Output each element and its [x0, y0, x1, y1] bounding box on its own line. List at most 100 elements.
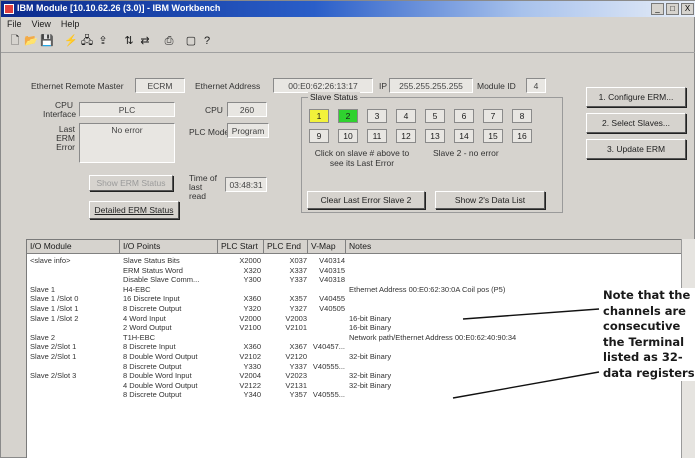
slave-slot-14[interactable]: 14 — [454, 129, 474, 143]
toolbar: 🗋 📂 💾 ⚡ 🖧 ⇪ ⇅ ⇄ ⎙ ▢ ? — [1, 31, 695, 53]
annotation-callout: Note that the channels are consecutive t… — [603, 288, 695, 381]
slave-slot-4[interactable]: 4 — [396, 109, 416, 123]
slave-slot-8[interactable]: 8 — [512, 109, 532, 123]
close-button[interactable]: X — [681, 3, 694, 15]
menu-view[interactable]: View — [32, 18, 51, 30]
col-io-points[interactable]: I/O Points — [120, 240, 218, 254]
maximize-button[interactable]: □ — [666, 3, 679, 15]
app-icon — [4, 4, 14, 14]
clear-last-error-button[interactable]: Clear Last Error Slave 2 — [307, 191, 425, 209]
connect-icon[interactable]: ⚡ — [63, 34, 79, 49]
save-icon[interactable]: 💾 — [39, 34, 55, 49]
network-icon[interactable]: 🖧 — [79, 34, 95, 49]
table-header: I/O Module I/O Points PLC Start PLC End … — [27, 240, 695, 254]
ethernet-module-value: ECRM — [135, 78, 185, 93]
table-row[interactable]: Slave 1 H4-EBC Ethernet Address 00:E0:62:3… — [27, 285, 695, 295]
table-cell: Slave 2/Slot 3 — [30, 371, 77, 381]
table-cell: X320 — [243, 265, 261, 275]
io-map-table[interactable]: I/O Module I/O Points PLC Start PLC End … — [26, 239, 695, 458]
table-cell: V40505 — [319, 304, 345, 313]
table-cell: Y340 — [243, 390, 261, 400]
update-erm-button[interactable]: 3. Update ERM — [586, 139, 686, 159]
slave-slot-9[interactable]: 9 — [309, 129, 329, 143]
menu-file[interactable]: File — [7, 18, 22, 30]
table-row[interactable]: 8 Discrete Output Y340 Y357 V40555... — [27, 390, 695, 400]
help-icon[interactable]: ? — [199, 34, 215, 49]
table-row[interactable]: Slave 2 T1H-EBC Network path/Ethernet Addr… — [27, 333, 695, 343]
col-vmap[interactable]: V-Map — [308, 240, 346, 254]
table-row[interactable]: Slave 1 /Slot 24 Word Input V2000 V2003 16-… — [27, 314, 695, 324]
ip-label: IP — [379, 81, 388, 91]
select-slaves-button[interactable]: 2. Select Slaves... — [586, 113, 686, 133]
slave-slot-13[interactable]: 13 — [425, 129, 445, 143]
table-row[interactable]: Slave 2/Slot 1 8 Discrete Input X360 X367 V4… — [27, 342, 695, 352]
plc-mode-label: PLC Mode — [189, 127, 230, 137]
slave-slot-12[interactable]: 12 — [396, 129, 416, 143]
upload-icon[interactable]: ⇪ — [95, 34, 111, 49]
show-erm-status-button[interactable]: Show ERM Status — [89, 175, 173, 191]
table-cell: V2100 — [239, 323, 261, 333]
table-cell: Y327 — [289, 304, 307, 313]
table-cell: V2003 — [285, 313, 307, 323]
table-row[interactable]: Slave 2/Slot 3 8 Double Word Input V2004 V2… — [27, 371, 695, 381]
callout-line: consecutive — [603, 319, 681, 333]
configure-erm-button[interactable]: 1. Configure ERM... — [586, 87, 686, 107]
table-cell: 16 Discrete Input — [123, 294, 180, 304]
col-plc-start[interactable]: PLC Start — [218, 240, 264, 254]
table-row[interactable]: 2 Word Output V2100 V2101 16-bit Binary — [27, 323, 695, 333]
table-cell: Slave 1 — [30, 284, 56, 294]
last-error-value: No error — [79, 123, 175, 163]
slave-slot-1[interactable]: 1 — [309, 109, 329, 123]
window-icon[interactable]: ▢ — [183, 34, 199, 49]
open-folder-icon[interactable]: 📂 — [23, 34, 39, 49]
table-cell: Slave 2 — [30, 332, 56, 342]
col-io-module[interactable]: I/O Module — [27, 240, 120, 254]
table-row[interactable]: 4 Double Word Output V2122 V2131 32-bit Bin… — [27, 381, 695, 391]
title-bar: IBM Module [10.10.62.26 (3.0)] - IBM Wor… — [1, 1, 695, 17]
table-row[interactable]: Disable Slave Comm... Y300 Y337 V40318 — [27, 275, 695, 285]
table-row[interactable]: ERM Status Word X320 X337 V40315 — [27, 266, 695, 276]
slave-slot-6[interactable]: 6 — [454, 109, 474, 123]
slave-slot-2[interactable]: 2 — [338, 109, 358, 123]
callout-line: listed as 32- — [603, 350, 683, 364]
slave-slot-11[interactable]: 11 — [367, 129, 387, 143]
table-row[interactable]: 8 Discrete Output Y330 Y337 V40555... — [27, 362, 695, 372]
table-cell: Slave 2/Slot 1 — [30, 352, 77, 361]
table-cell: X357 — [289, 294, 307, 304]
table-cell: Slave Status Bits — [123, 256, 180, 265]
time-label: Time of last read — [189, 173, 218, 201]
slave-slot-5[interactable]: 5 — [425, 109, 445, 123]
cpu-interface-value: PLC — [79, 102, 175, 117]
table-cell: V2101 — [285, 323, 307, 333]
table-cell: Slave 2/Slot 1 — [30, 342, 77, 352]
slave-slot-16[interactable]: 16 — [512, 129, 532, 143]
ip-value: 255.255.255.255 — [389, 78, 473, 93]
write-icon[interactable]: ⇄ — [137, 34, 153, 49]
print-icon[interactable]: ⎙ — [161, 34, 177, 49]
callout-line: data registers. — [603, 365, 695, 380]
new-file-icon[interactable]: 🗋 — [7, 34, 23, 49]
table-cell: ERM Status Word — [123, 265, 183, 275]
menu-help[interactable]: Help — [61, 18, 80, 30]
slave-slot-10[interactable]: 10 — [338, 129, 358, 143]
minimize-button[interactable]: _ — [651, 3, 664, 15]
table-cell: H4-EBC — [123, 284, 151, 294]
table-cell: Slave 1 /Slot 0 — [30, 294, 79, 304]
col-plc-end[interactable]: PLC End — [264, 240, 308, 254]
table-row[interactable]: Slave 1 /Slot 1 8 Discrete Output Y320 Y327… — [27, 304, 695, 314]
slave-slot-3[interactable]: 3 — [367, 109, 387, 123]
detailed-erm-status-button[interactable]: Detailed ERM Status — [89, 201, 179, 219]
table-cell: 8 Double Word Output — [123, 352, 198, 361]
read-icon[interactable]: ⇅ — [121, 34, 137, 49]
table-cell: X2000 — [239, 256, 261, 265]
table-cell: Y337 — [289, 361, 307, 371]
table-row[interactable]: Slave 1 /Slot 0 16 Discrete Input X360 X357… — [27, 294, 695, 304]
slave-slot-15[interactable]: 15 — [483, 129, 503, 143]
menu-bar: File View Help — [1, 18, 695, 30]
table-row[interactable]: Slave 2/Slot 1 8 Double Word Output V2102 V… — [27, 352, 695, 362]
col-notes[interactable]: Notes — [346, 240, 695, 254]
show-data-list-button[interactable]: Show 2's Data List — [435, 191, 545, 209]
table-row[interactable]: <slave info> Slave Status Bits X2000 X037 V4… — [27, 256, 695, 266]
table-cell: X367 — [289, 342, 307, 352]
slave-slot-7[interactable]: 7 — [483, 109, 503, 123]
